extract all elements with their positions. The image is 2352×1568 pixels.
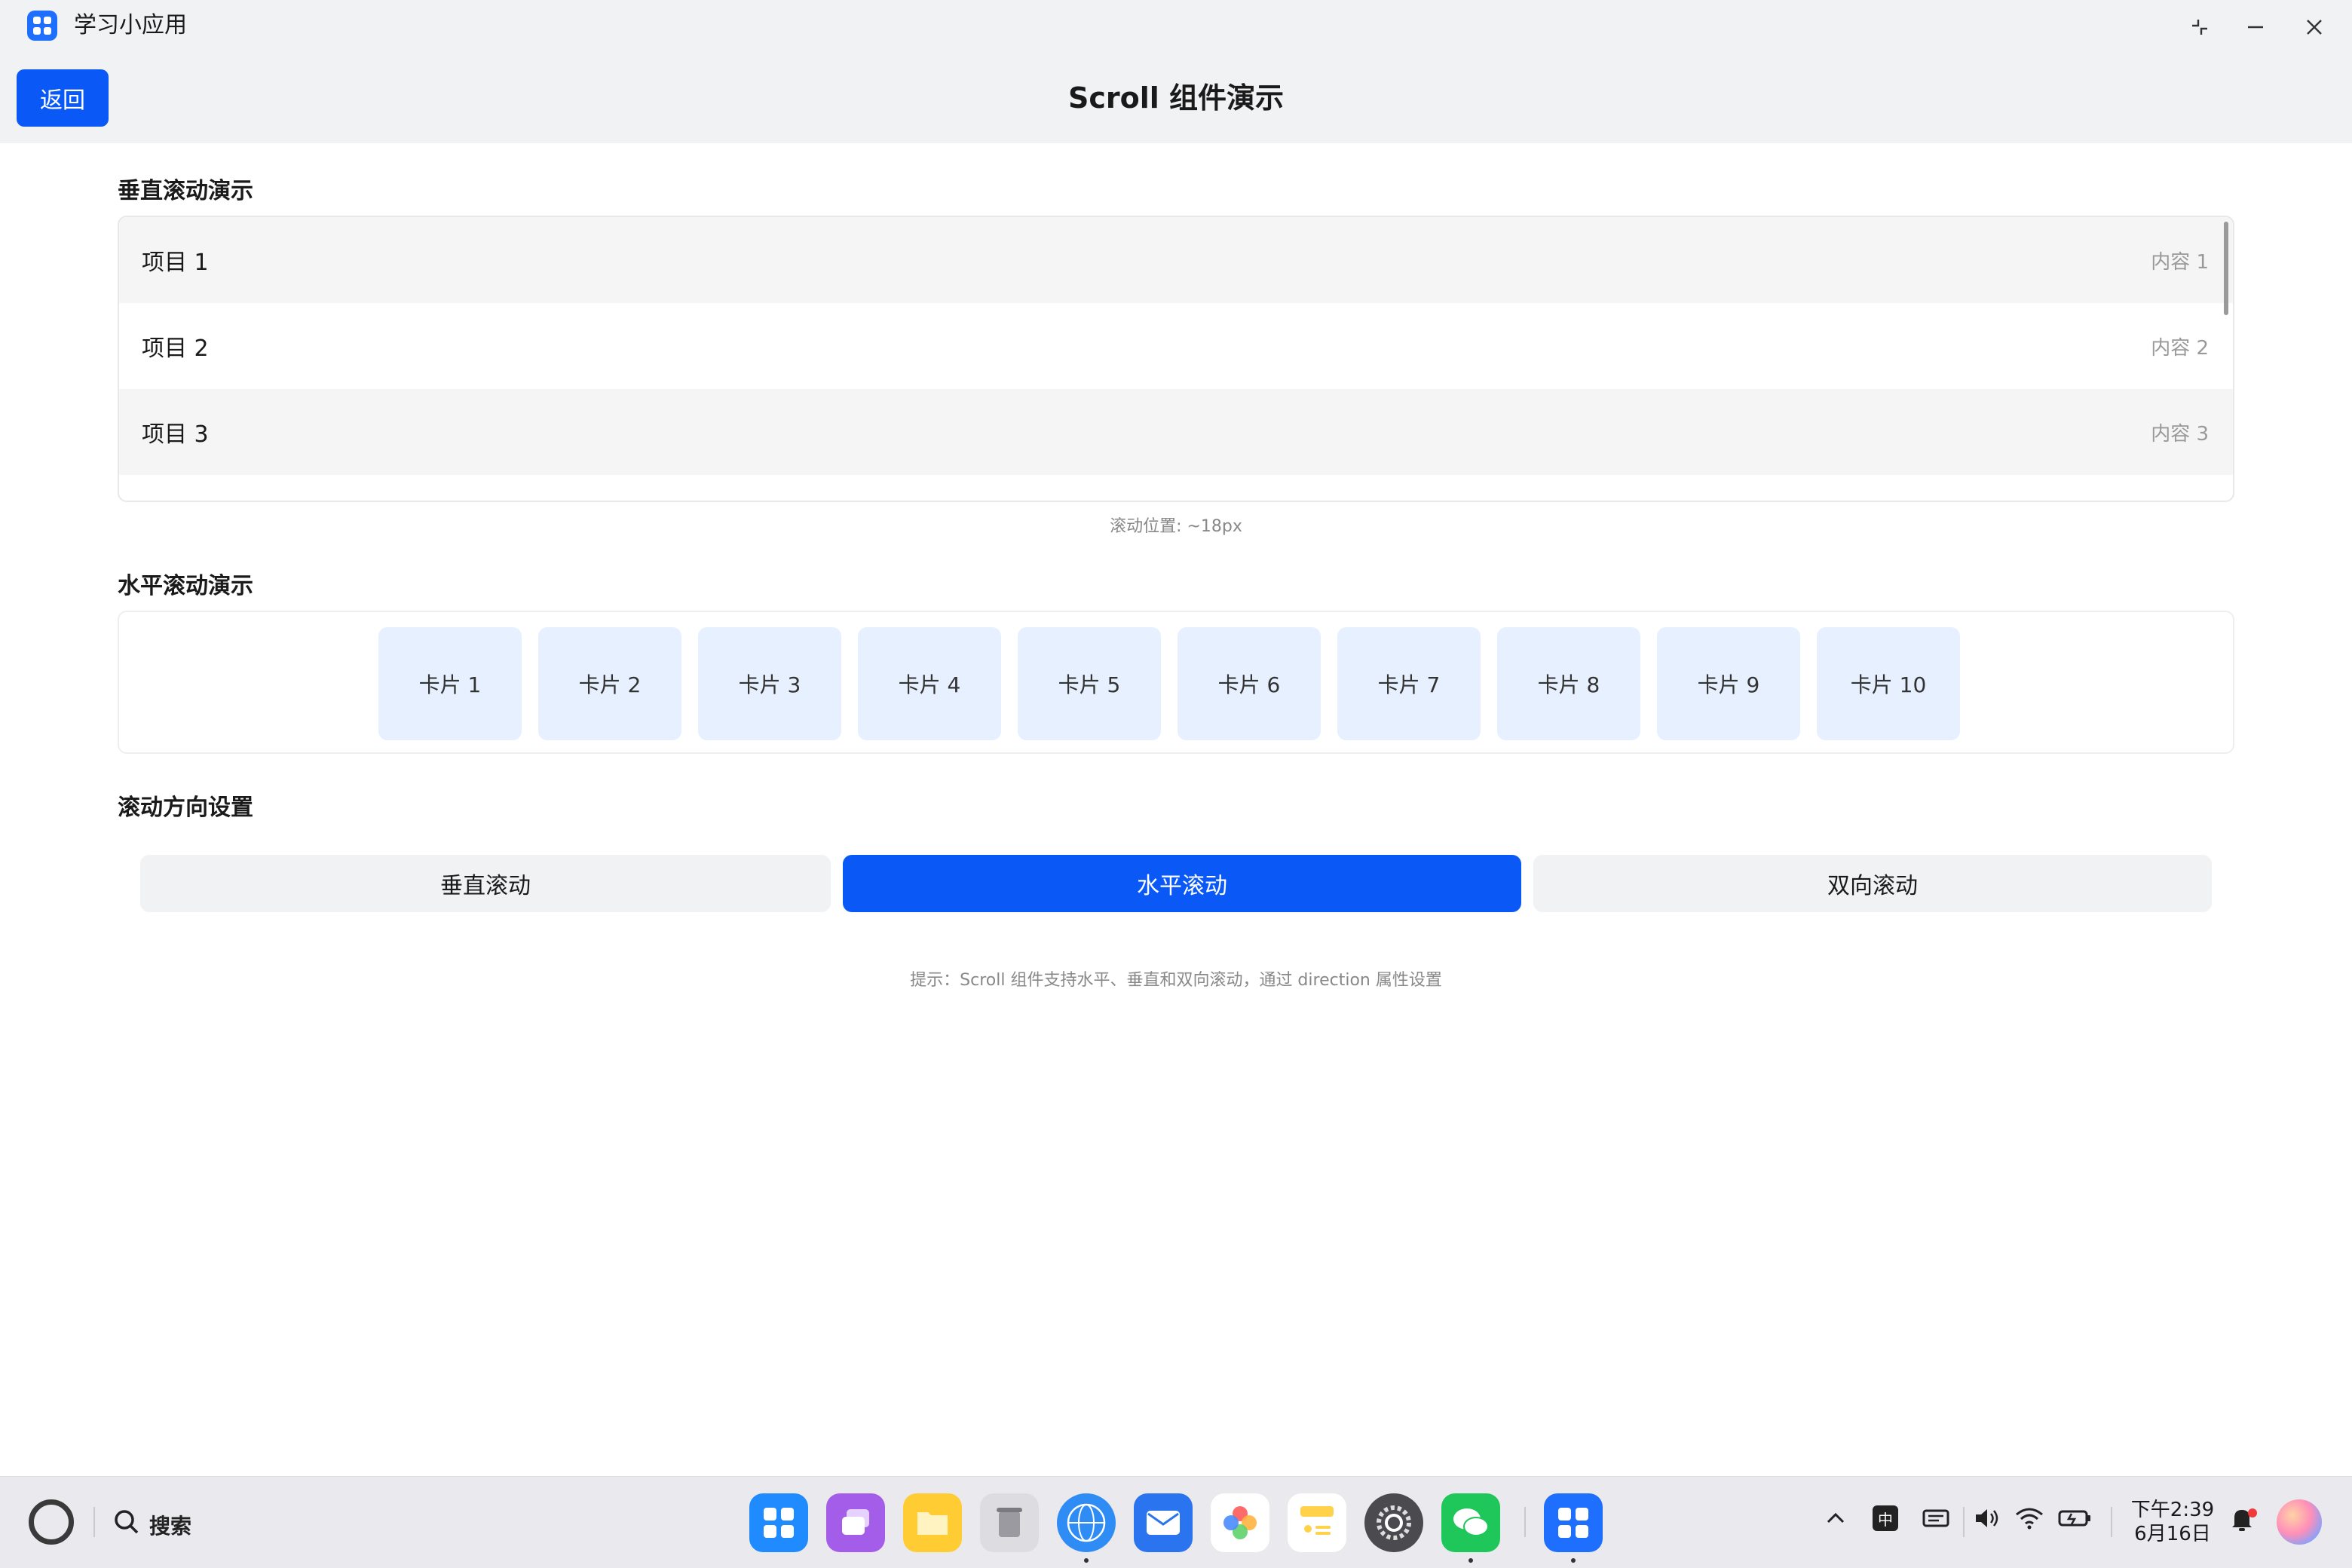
wifi-icon[interactable]: [2014, 1507, 2044, 1536]
window-title-bar: 学习小应用: [0, 0, 2352, 53]
list-item[interactable]: 项目 1 内容 1: [119, 217, 2233, 303]
minimize-icon[interactable]: [2239, 11, 2272, 44]
close-icon[interactable]: [2298, 11, 2331, 44]
vertical-section-title: 垂直滚动演示: [118, 178, 253, 204]
card-item[interactable]: 卡片 8: [1497, 627, 1640, 740]
card-item[interactable]: 卡片 1: [378, 627, 522, 740]
both-scroll-button[interactable]: 双向滚动: [1533, 855, 2212, 912]
taskbar-divider: [93, 1507, 95, 1537]
app-icon: [27, 11, 57, 41]
vertical-scroll-button[interactable]: 垂直滚动: [140, 855, 831, 912]
list-item-content: 内容 3: [2151, 422, 2209, 446]
list-item-label: 项目 1: [142, 250, 209, 276]
taskbar: 搜索 中 下午2:39 6月16日: [0, 1476, 2352, 1568]
card-item[interactable]: 卡片 6: [1178, 627, 1321, 740]
running-indicator: [1468, 1558, 1473, 1563]
horizontal-scroll-list[interactable]: 卡片 1 卡片 2 卡片 3 卡片 4 卡片 5 卡片 6 卡片 7 卡片 8 …: [118, 611, 2234, 754]
horizontal-section-title: 水平滚动演示: [118, 573, 253, 599]
keyboard-icon[interactable]: [1922, 1507, 1949, 1536]
files-icon[interactable]: [903, 1493, 962, 1552]
chevron-up-icon[interactable]: [1824, 1507, 1847, 1536]
wechat-icon[interactable]: [1441, 1493, 1500, 1552]
list-item-content: 内容 2: [2151, 336, 2209, 360]
clock-time: 下午2:39: [2130, 1499, 2215, 1521]
window-title: 学习小应用: [74, 12, 187, 38]
search-icon[interactable]: [113, 1508, 140, 1542]
trash-icon[interactable]: [980, 1493, 1039, 1552]
taskbar-divider: [1963, 1507, 1965, 1537]
hint-text: 提示：Scroll 组件支持水平、垂直和双向滚动，通过 direction 属性…: [910, 971, 1442, 990]
battery-icon[interactable]: [2058, 1507, 2091, 1536]
vertical-scroll-list[interactable]: 项目 1 内容 1 项目 2 内容 2 项目 3 内容 3: [118, 216, 2234, 502]
restore-icon[interactable]: [2183, 11, 2216, 44]
browser-icon[interactable]: [1057, 1493, 1116, 1552]
back-button[interactable]: 返回: [17, 69, 109, 127]
card-item[interactable]: 卡片 5: [1018, 627, 1161, 740]
list-item-label: 项目 3: [142, 421, 209, 448]
app-grid-icon[interactable]: [749, 1493, 808, 1552]
list-item[interactable]: 项目 2 内容 2: [119, 303, 2233, 389]
multitask-icon[interactable]: [826, 1493, 885, 1552]
clock[interactable]: 下午2:39 6月16日: [2127, 1498, 2218, 1546]
photos-icon[interactable]: [1211, 1493, 1269, 1552]
ime-indicator[interactable]: 中: [1873, 1505, 1898, 1531]
settings-icon[interactable]: [1364, 1493, 1423, 1552]
horizontal-scroll-button[interactable]: 水平滚动: [843, 855, 1521, 912]
taskbar-divider: [2111, 1507, 2112, 1537]
start-button[interactable]: [29, 1499, 74, 1545]
direction-section-title: 滚动方向设置: [118, 795, 253, 821]
card-item[interactable]: 卡片 10: [1817, 627, 1960, 740]
list-item-content: 内容 1: [2151, 250, 2209, 274]
page-title: Scroll 组件演示: [1067, 81, 1285, 115]
running-indicator: [1571, 1558, 1576, 1563]
page-header: Scroll 组件演示 返回: [0, 53, 2352, 143]
search-label[interactable]: 搜索: [149, 1510, 191, 1540]
vertical-scrollbar[interactable]: [2224, 222, 2228, 315]
list-item[interactable]: 项目 3 内容 3: [119, 389, 2233, 475]
card-item[interactable]: 卡片 4: [858, 627, 1001, 740]
card-item[interactable]: 卡片 9: [1657, 627, 1800, 740]
scroll-position-text: 滚动位置: ~18px: [1110, 517, 1242, 536]
volume-icon[interactable]: [1974, 1507, 2001, 1536]
card-item[interactable]: 卡片 2: [538, 627, 681, 740]
notification-badge: [2248, 1508, 2257, 1517]
taskbar-divider: [1524, 1507, 1526, 1537]
list-item-label: 项目 2: [142, 335, 209, 362]
running-indicator: [1084, 1558, 1089, 1563]
notes-icon[interactable]: [1288, 1493, 1346, 1552]
study-app-icon[interactable]: [1544, 1493, 1603, 1552]
mail-icon[interactable]: [1134, 1493, 1193, 1552]
card-item[interactable]: 卡片 7: [1337, 627, 1481, 740]
card-item[interactable]: 卡片 3: [698, 627, 841, 740]
clock-date: 6月16日: [2134, 1523, 2211, 1545]
assistant-icon[interactable]: [2277, 1499, 2322, 1545]
